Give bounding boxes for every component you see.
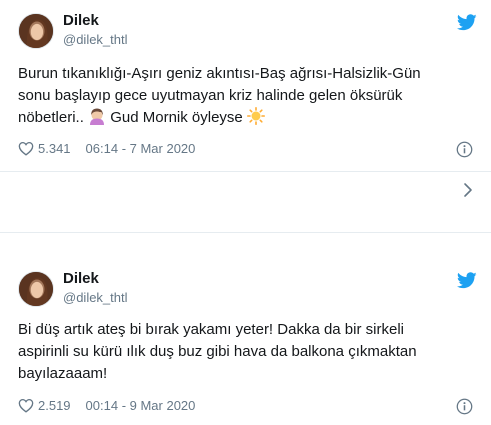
twitter-bird-icon[interactable] [457, 272, 477, 289]
tweet-text-line: Burun tıkanıklığı-Aşırı geniz akıntısı-B… [18, 65, 421, 82]
author-handle[interactable]: @dilek_thtl [63, 290, 128, 305]
sun-emoji [246, 107, 265, 125]
tweet-meta: 2.519 00:14 - 9 Mar 2020 [18, 398, 195, 413]
facepalm-woman-emoji [90, 108, 105, 125]
tweet-text-line: bayılazaaam! [18, 365, 108, 382]
timestamp[interactable]: 00:14 - 9 Mar 2020 [86, 398, 196, 413]
chevron-right-icon[interactable] [463, 182, 473, 198]
twitter-bird-icon[interactable] [457, 14, 477, 31]
tweet-text-fragment: nöbetleri.. [18, 109, 84, 126]
divider [0, 232, 491, 233]
tweet-text-line: sonu başlayıp gece uyutmayan kriz halind… [18, 87, 403, 104]
info-icon[interactable] [456, 398, 473, 415]
author-name[interactable]: Dilek [63, 270, 99, 287]
like-count[interactable]: 2.519 [38, 398, 71, 413]
tweet-meta: 5.341 06:14 - 7 Mar 2020 [18, 141, 195, 156]
tweet-card[interactable]: Dilek @dilek_thtl Burun tıkanıklığı-Aşır… [0, 0, 491, 230]
info-icon[interactable] [456, 141, 473, 158]
like-count[interactable]: 5.341 [38, 141, 71, 156]
tweet-text-line: Bi düş artık ateş bi bırak yakamı yeter!… [18, 321, 404, 338]
tweet-text: Bi düş artık ateş bi bırak yakamı yeter!… [18, 319, 478, 385]
heart-icon[interactable] [18, 141, 34, 156]
timestamp[interactable]: 06:14 - 7 Mar 2020 [86, 141, 196, 156]
heart-icon[interactable] [18, 398, 34, 413]
tweet-text-fragment: Gud Mornik öyleyse [110, 109, 243, 126]
tweet-card[interactable]: Dilek @dilek_thtl Bi düş artık ateş bi b… [0, 252, 491, 425]
tweet-text-line-with-emoji: nöbetleri.. Gud Mornik öyleyse [18, 107, 478, 129]
tweet-text-line: aspirinli su kürü ılık duş buz gibi hava… [18, 343, 417, 360]
author-handle[interactable]: @dilek_thtl [63, 32, 128, 47]
avatar[interactable] [18, 271, 54, 307]
avatar[interactable] [18, 13, 54, 49]
divider [0, 171, 491, 172]
author-name[interactable]: Dilek [63, 12, 99, 29]
tweet-text: Burun tıkanıklığı-Aşırı geniz akıntısı-B… [18, 63, 478, 129]
